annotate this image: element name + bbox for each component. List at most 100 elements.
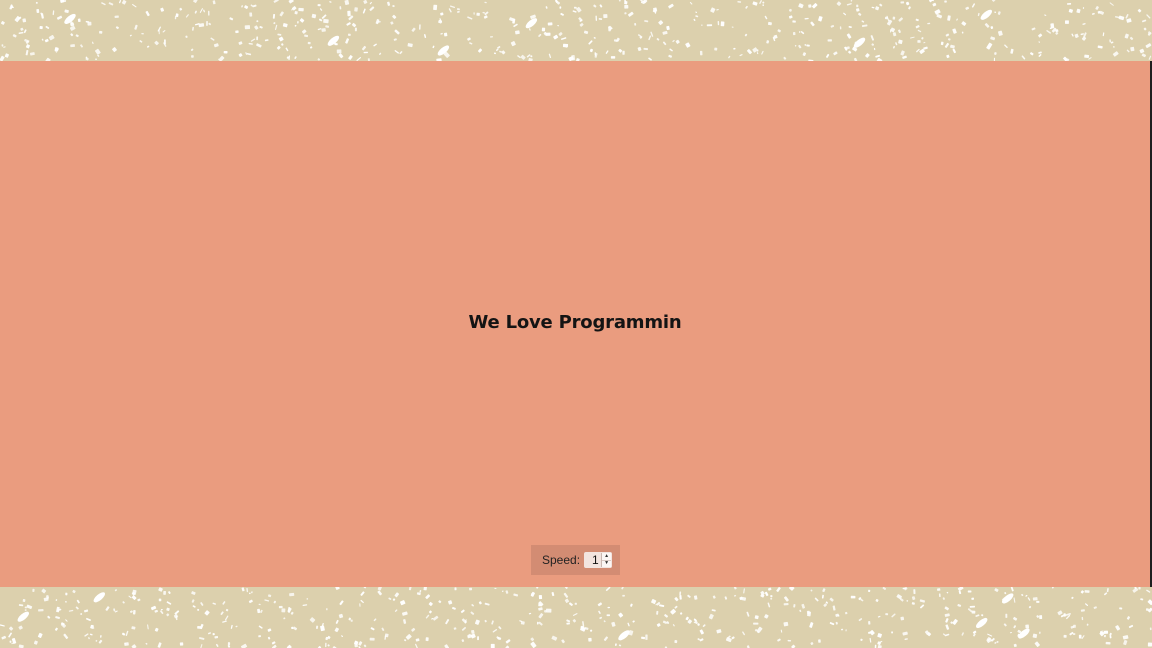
speckle	[208, 22, 212, 26]
speckle	[191, 599, 195, 603]
speckle	[289, 592, 295, 597]
speckle	[1091, 12, 1095, 15]
speckle	[810, 21, 815, 27]
speckle	[944, 42, 950, 48]
speckle	[258, 603, 261, 606]
speckle	[1112, 51, 1119, 57]
speckle	[766, 40, 770, 44]
speckle	[938, 593, 941, 598]
speckle	[440, 12, 444, 16]
speckle	[407, 43, 413, 48]
speckle	[200, 602, 204, 606]
speckle	[798, 44, 802, 49]
speckle	[75, 34, 79, 38]
speckle	[1032, 633, 1038, 639]
speckle	[160, 7, 165, 12]
speckle	[84, 633, 89, 637]
speckle	[273, 600, 277, 604]
speckle	[12, 34, 17, 38]
speckle	[553, 34, 559, 40]
speckle	[299, 18, 305, 23]
speckle	[248, 599, 253, 604]
speckle	[341, 635, 343, 638]
speed-input-box[interactable]: ▲ ▼	[584, 552, 613, 568]
speckle	[643, 47, 649, 51]
speckle	[844, 611, 848, 615]
speckle	[22, 18, 27, 23]
speckle	[351, 22, 357, 28]
speckle	[141, 33, 144, 35]
speckle	[394, 592, 400, 598]
speckle	[599, 616, 603, 620]
speckle	[1057, 610, 1063, 616]
speckle	[573, 6, 577, 9]
speckle	[1147, 31, 1152, 36]
speckle	[1139, 48, 1145, 54]
speckle	[238, 41, 243, 45]
speckle	[1084, 590, 1090, 593]
speckle	[55, 599, 58, 602]
speckle	[469, 587, 473, 591]
speckle	[981, 614, 984, 617]
speckle	[93, 592, 105, 603]
speckle	[952, 618, 958, 625]
speckle	[70, 33, 74, 37]
speckle	[716, 629, 722, 634]
speckle	[240, 643, 248, 648]
speckle	[318, 18, 323, 22]
speckle	[20, 27, 24, 31]
speckle	[871, 6, 875, 9]
speckle	[339, 600, 344, 606]
speckle	[764, 591, 769, 597]
speckle	[1010, 587, 1014, 592]
speckle	[564, 587, 568, 589]
speckle	[89, 633, 93, 636]
speckle	[710, 7, 716, 13]
bottom-pattern-band	[0, 587, 1152, 648]
speckle	[733, 47, 736, 50]
speckle	[394, 50, 399, 54]
spin-down-icon[interactable]: ▼	[602, 561, 611, 568]
speckle	[83, 609, 89, 613]
speckle	[482, 11, 486, 14]
speed-spinner[interactable]: ▲ ▼	[601, 553, 612, 568]
speckle	[0, 624, 5, 627]
speckle	[432, 615, 439, 621]
speckle	[33, 640, 38, 645]
speckle	[317, 28, 322, 31]
speckle	[258, 625, 263, 629]
speckle	[98, 639, 103, 644]
speckle	[961, 21, 967, 26]
speckle	[915, 25, 920, 29]
speckle	[593, 4, 597, 8]
speckle	[770, 597, 773, 600]
speckle	[942, 633, 946, 636]
speckle	[114, 15, 119, 19]
speckle	[588, 637, 592, 642]
speckle	[1071, 33, 1074, 37]
speckle	[1036, 600, 1040, 603]
speckle	[150, 605, 157, 611]
speckle	[80, 613, 83, 615]
speckle	[875, 54, 881, 58]
speckle	[1084, 603, 1089, 606]
speckle	[694, 619, 698, 624]
speckle	[809, 622, 814, 628]
speckle	[946, 591, 949, 594]
speckle	[530, 641, 537, 648]
speckle	[425, 614, 430, 619]
speckle	[166, 601, 172, 605]
speckle	[1013, 597, 1016, 603]
speckle	[259, 25, 263, 29]
speckle	[662, 620, 668, 624]
speckle	[821, 594, 824, 599]
speckle	[545, 608, 552, 613]
speckle	[1074, 33, 1079, 39]
speckle	[137, 598, 141, 602]
speckle	[1078, 634, 1082, 639]
speckle	[693, 18, 696, 22]
speckle	[606, 614, 610, 617]
speckle	[154, 40, 159, 46]
speckle	[902, 55, 907, 59]
speckle	[283, 617, 286, 620]
